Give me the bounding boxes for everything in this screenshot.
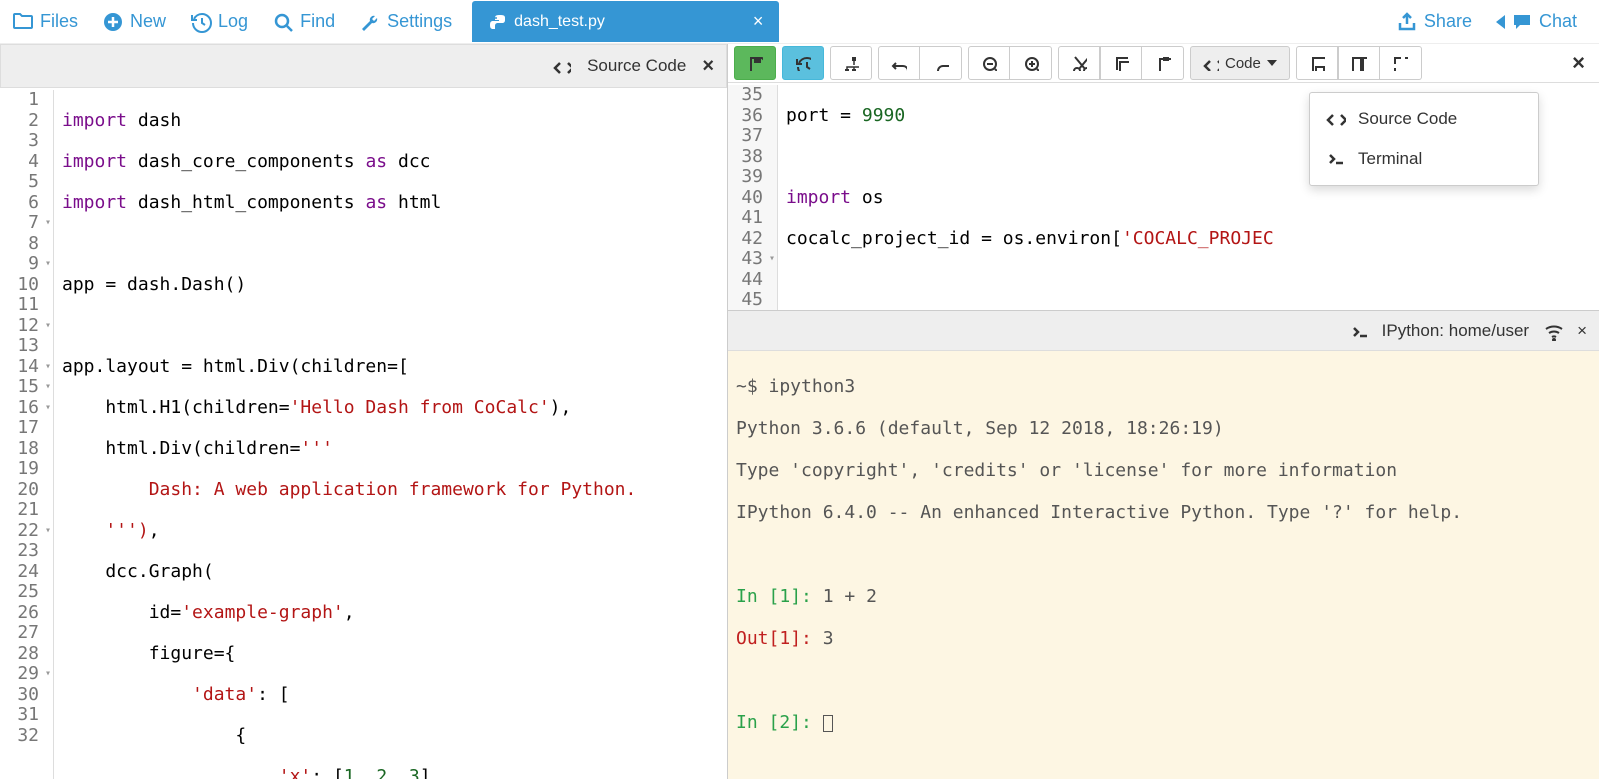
timetravel-button[interactable] [782, 46, 824, 80]
chat-icon [1511, 11, 1533, 33]
split-icon [1351, 55, 1367, 71]
paste-button[interactable] [1142, 46, 1184, 80]
cut-icon [1071, 55, 1087, 71]
zoom-out-icon [981, 55, 997, 71]
log-label: Log [218, 11, 248, 32]
plus-icon [102, 11, 124, 33]
save-button[interactable] [734, 46, 776, 80]
left-pane: Source Code × 12345678910111213141516171… [0, 44, 728, 779]
wrench-icon [359, 11, 381, 33]
tab-close-icon[interactable]: × [753, 11, 764, 32]
sitemap-icon [843, 55, 859, 71]
chat-label: Chat [1539, 11, 1577, 32]
terminal-line: Python 3.6.6 (default, Sep 12 2018, 18:2… [736, 418, 1591, 439]
terminal-line: In [1]: 1 + 2 [736, 586, 1591, 607]
terminal[interactable]: ~$ ipython3 Python 3.6.6 (default, Sep 1… [728, 351, 1599, 779]
left-panel-close-icon[interactable]: × [702, 55, 714, 78]
expand-button[interactable] [1380, 46, 1422, 80]
new-button[interactable]: New [90, 3, 178, 41]
save-disk-button[interactable] [1296, 46, 1338, 80]
tab-title: dash_test.py [514, 13, 605, 31]
dropdown-item-label: Source Code [1358, 109, 1457, 129]
history-icon [795, 55, 811, 71]
undo-button[interactable] [878, 46, 920, 80]
terminal-cursor [823, 715, 833, 732]
settings-label: Settings [387, 11, 452, 32]
terminal-line: IPython 6.4.0 -- An enhanced Interactive… [736, 502, 1591, 523]
left-panel-header: Source Code × [0, 44, 727, 88]
terminal-line [736, 670, 1591, 691]
right-toolbar-close-icon[interactable]: × [1564, 50, 1593, 76]
paste-icon [1155, 55, 1171, 71]
sitemap-button[interactable] [830, 46, 872, 80]
right-gutter: 3536373839404142434445 [728, 85, 778, 310]
terminal-line: In [2]: [736, 712, 1591, 733]
wifi-icon[interactable] [1543, 321, 1563, 341]
terminal-title: IPython: home/user [1382, 321, 1529, 341]
redo-icon [933, 55, 949, 71]
left-panel-title: Source Code [587, 56, 686, 76]
code-icon [1203, 55, 1219, 71]
redo-button[interactable] [920, 46, 962, 80]
right-pane: Code × Source Code Terminal 353637383940… [728, 44, 1599, 779]
log-button[interactable]: Log [178, 3, 260, 41]
zoom-out-button[interactable] [968, 46, 1010, 80]
files-label: Files [40, 11, 78, 32]
terminal-line: Out[1]: 3 [736, 628, 1591, 649]
left-editor[interactable]: 1234567891011121314151617181920212223242… [0, 88, 727, 779]
terminal-icon [1326, 149, 1346, 169]
terminal-header: IPython: home/user × [728, 311, 1599, 351]
python-icon [488, 13, 506, 31]
new-label: New [130, 11, 166, 32]
terminal-line: Type 'copyright', 'credits' or 'license'… [736, 460, 1591, 481]
expand-icon [1392, 55, 1408, 71]
chat-button[interactable]: Chat [1484, 3, 1589, 41]
share-button[interactable]: Share [1384, 3, 1484, 41]
zoom-in-icon [1023, 55, 1039, 71]
left-gutter: 1234567891011121314151617181920212223242… [0, 90, 54, 779]
terminal-line: ~$ ipython3 [736, 376, 1591, 397]
code-dropdown-button[interactable]: Code [1190, 46, 1290, 80]
code-icon [1326, 109, 1346, 129]
search-icon [272, 11, 294, 33]
copy-button[interactable] [1100, 46, 1142, 80]
split-button[interactable] [1338, 46, 1380, 80]
dropdown-terminal[interactable]: Terminal [1310, 139, 1538, 179]
terminal-close-icon[interactable]: × [1577, 321, 1587, 341]
code-icon [553, 57, 571, 75]
files-button[interactable]: Files [0, 3, 90, 41]
disk-icon [1309, 55, 1325, 71]
dropdown-item-label: Terminal [1358, 149, 1422, 169]
tab-dash-test[interactable]: dash_test.py × [472, 1, 779, 42]
find-label: Find [300, 11, 335, 32]
caret-down-icon [1267, 60, 1277, 66]
share-icon [1396, 11, 1418, 33]
history-icon [190, 11, 212, 33]
copy-icon [1113, 55, 1129, 71]
zoom-in-button[interactable] [1010, 46, 1052, 80]
code-dropdown-label: Code [1225, 55, 1261, 72]
cut-button[interactable] [1058, 46, 1100, 80]
terminal-line [736, 544, 1591, 565]
share-label: Share [1424, 11, 1472, 32]
caret-left-icon [1496, 15, 1505, 29]
code-dropdown-menu: Source Code Terminal [1309, 92, 1539, 186]
top-toolbar: Files New Log Find Settings dash_test.py… [0, 0, 1599, 44]
settings-button[interactable]: Settings [347, 3, 464, 41]
left-code[interactable]: import dash import dash_core_components … [54, 90, 727, 779]
folder-icon [12, 11, 34, 33]
undo-icon [891, 55, 907, 71]
save-icon [747, 55, 763, 71]
right-toolbar: Code × Source Code Terminal [728, 44, 1599, 83]
terminal-icon [1350, 322, 1368, 340]
dropdown-source-code[interactable]: Source Code [1310, 99, 1538, 139]
find-button[interactable]: Find [260, 3, 347, 41]
